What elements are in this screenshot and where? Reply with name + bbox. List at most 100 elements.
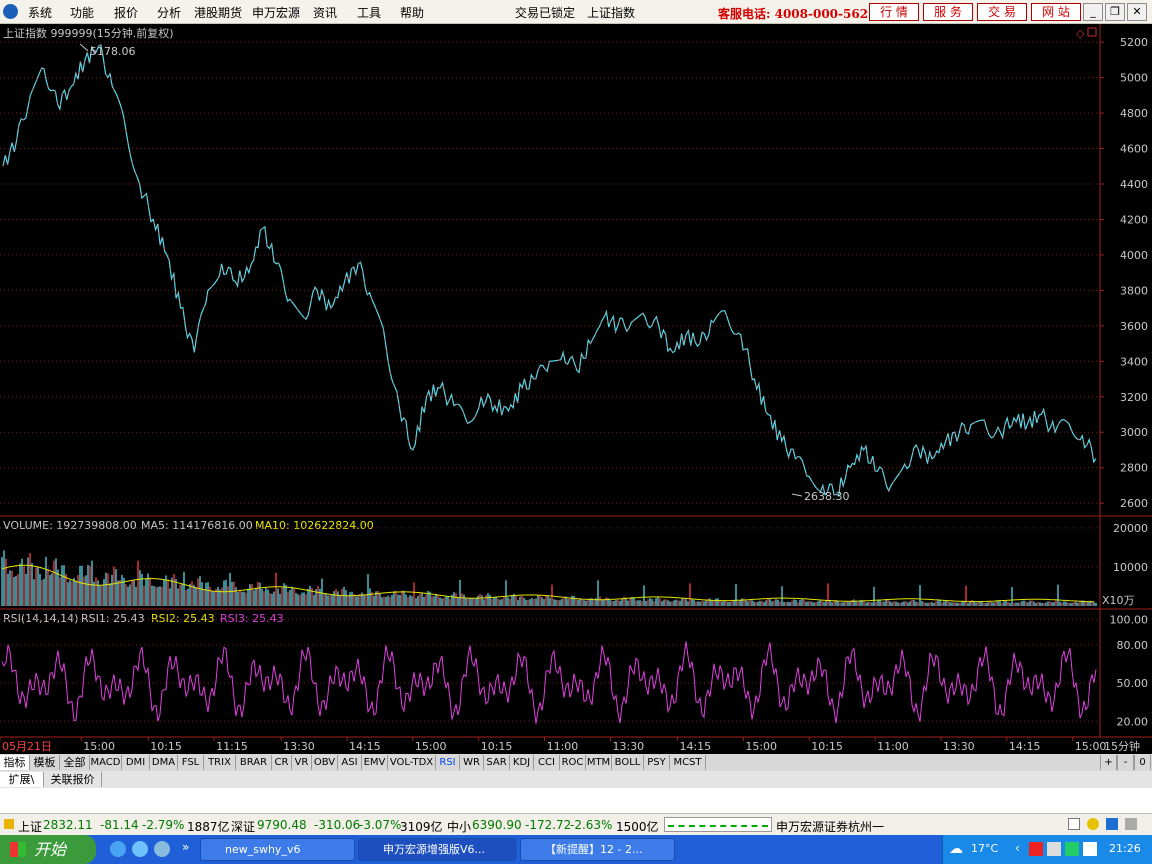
time-tick-label: 15:00	[1075, 740, 1107, 753]
indicator-tab-wr[interactable]: WR	[460, 755, 484, 770]
indicator-tab-asi[interactable]: ASI	[338, 755, 362, 770]
indicator-tab-psy[interactable]: PSY	[644, 755, 670, 770]
menu-info[interactable]: 资讯	[313, 4, 337, 21]
rsi-tick-label: 50.00	[1117, 677, 1149, 690]
current-index-label[interactable]: 上证指数	[587, 4, 635, 21]
info-icon[interactable]	[1087, 818, 1099, 830]
tray-volume-icon[interactable]	[1083, 842, 1097, 856]
app-logo-icon	[3, 4, 18, 19]
zoom-button-in[interactable]: +	[1100, 755, 1117, 770]
window-icon[interactable]	[1068, 818, 1080, 830]
zoom-button-out[interactable]: -	[1117, 755, 1134, 770]
ticker-zx-name[interactable]: 中小	[447, 818, 471, 835]
close-icon[interactable]: ✕	[1127, 3, 1147, 21]
menu-function[interactable]: 功能	[70, 4, 94, 21]
restore-icon[interactable]: ❐	[1105, 3, 1125, 21]
indicator-tab-dmi[interactable]: DMI	[122, 755, 150, 770]
weather-icon: ☁	[949, 841, 963, 857]
indicator-tab-bar: 指标 模板 全部 MACD DMI DMA FSL TRIX BRAR CR VR OBV ASI EMV…	[0, 754, 1152, 771]
task-swhy[interactable]: 申万宏源增强版V6...	[358, 838, 516, 861]
indicator-tab-vr[interactable]: VR	[292, 755, 312, 770]
indicator-tab-全部[interactable]: 全部	[60, 755, 90, 770]
volume-tick-label: 10000	[1113, 561, 1148, 574]
tray-app-icon[interactable]	[1029, 842, 1043, 856]
indicator-tab-roc[interactable]: ROC	[560, 755, 586, 770]
chart-area[interactable]: 5200 5000 4800 4600 4400 4200 4000 3800 3600 3400…	[0, 24, 1152, 754]
menu-help[interactable]: 帮助	[400, 4, 424, 21]
market-breadth-meter	[664, 817, 772, 832]
minimize-icon[interactable]: _	[1083, 3, 1103, 21]
indicator-tab-kdj[interactable]: KDJ	[510, 755, 534, 770]
indicator-tab-rsi[interactable]: RSI	[436, 755, 460, 770]
time-tick-label: 11:15	[216, 740, 248, 753]
price-tick-label: 3800	[1120, 284, 1148, 297]
indicator-tab-cci[interactable]: CCI	[534, 755, 560, 770]
indicator-tab-cr[interactable]: CR	[272, 755, 292, 770]
menu-quote[interactable]: 报价	[114, 4, 138, 21]
indicator-tab-fsl[interactable]: FSL	[178, 755, 204, 770]
menu-system[interactable]: 系统	[28, 4, 52, 21]
period-label: 15分钟	[1104, 739, 1140, 753]
indicator-tab-trix[interactable]: TRIX	[204, 755, 236, 770]
task-folder[interactable]: new_swhy_v6	[200, 838, 355, 861]
tray-expand-icon[interactable]: ‹	[1015, 841, 1020, 855]
price-tick-label: 2800	[1120, 462, 1148, 475]
indicator-tab-vol-tdx[interactable]: VOL-TDX	[388, 755, 436, 770]
menu-hk-futures[interactable]: 港股期货	[194, 4, 242, 21]
ticker-zx-pct: -2.63%	[570, 818, 613, 832]
volume-tick-label: 20000	[1113, 522, 1148, 535]
indicator-tab-sar[interactable]: SAR	[484, 755, 510, 770]
windows-logo-icon	[10, 842, 26, 857]
menu-tools[interactable]: 工具	[357, 4, 381, 21]
indicator-tab-brar[interactable]: BRAR	[236, 755, 272, 770]
clock[interactable]: 21:26	[1109, 842, 1141, 855]
start-button[interactable]: 开始	[0, 835, 96, 864]
service-button[interactable]: 服 务	[923, 3, 973, 21]
service-hotline: 客服电话: 4008-000-562	[718, 7, 869, 21]
indicator-tab-boll[interactable]: BOLL	[612, 755, 644, 770]
indicator-tab-emv[interactable]: EMV	[362, 755, 388, 770]
price-tick-label: 4400	[1120, 178, 1148, 191]
quicklaunch-more-icon[interactable]: »	[182, 840, 189, 854]
ticker-sh-name[interactable]: 上证	[18, 818, 42, 835]
trade-button[interactable]: 交 易	[977, 3, 1027, 21]
trade-locked-status[interactable]: 交易已锁定	[515, 4, 575, 21]
ticker-zx-amount: 1500亿	[616, 820, 659, 834]
price-tick-label: 3600	[1120, 320, 1148, 333]
sound-icon[interactable]	[1106, 818, 1118, 830]
ticker-sz-name[interactable]: 深证	[231, 818, 255, 835]
indicator-tab-obv[interactable]: OBV	[312, 755, 338, 770]
quote-button[interactable]: 行 情	[869, 3, 919, 21]
website-button[interactable]: 网 站	[1031, 3, 1081, 21]
ticker-sh-amount: 1887亿	[187, 820, 230, 834]
weather-temp[interactable]: 17°C	[971, 842, 998, 855]
ie2-icon[interactable]	[132, 841, 148, 857]
time-tick-label: 13:30	[943, 740, 975, 753]
rsi-tick-label: 100.00	[1110, 613, 1149, 626]
indicator-tab-模板[interactable]: 模板	[30, 755, 60, 770]
tab-expand[interactable]: 扩展\	[0, 772, 44, 787]
time-tick-label: 05月21日	[2, 740, 52, 753]
indicator-tab-dma[interactable]: DMA	[150, 755, 178, 770]
ie-icon[interactable]	[110, 841, 126, 857]
lock-icon[interactable]	[1125, 818, 1137, 830]
tray-security-icon[interactable]	[1065, 842, 1079, 856]
menu-swhy[interactable]: 申万宏源	[252, 4, 300, 21]
ticker-sz-value: 9790.48	[257, 818, 307, 832]
volume-unit-label: X10万	[1102, 594, 1135, 607]
zoom-button-reset[interactable]: 0	[1134, 755, 1151, 770]
rsi-label: RSI(14,14,14)	[3, 612, 78, 625]
tab-related-quotes[interactable]: 关联报价	[44, 772, 102, 787]
menu-bar: 系统 功能 报价 分析 港股期货 申万宏源 资讯 工具 帮助 交易已锁定 上证指…	[0, 0, 1152, 24]
tray-ime-icon[interactable]	[1047, 842, 1061, 856]
ticker-sh-pct: -2.79%	[142, 818, 185, 832]
menu-analysis[interactable]: 分析	[157, 4, 181, 21]
task-reminder[interactable]: 【新提醒】12 - 2...	[520, 838, 675, 861]
indicator-tab-指标[interactable]: 指标	[0, 755, 30, 770]
indicator-tab-macd[interactable]: MACD	[90, 755, 122, 770]
indicator-tab-mtm[interactable]: MTM	[586, 755, 612, 770]
browser-icon[interactable]	[154, 841, 170, 857]
high-annotation: 5178.06	[90, 45, 136, 58]
rsi1-value: RSI1: 25.43	[81, 612, 145, 625]
indicator-tab-mcst[interactable]: MCST	[670, 755, 706, 770]
